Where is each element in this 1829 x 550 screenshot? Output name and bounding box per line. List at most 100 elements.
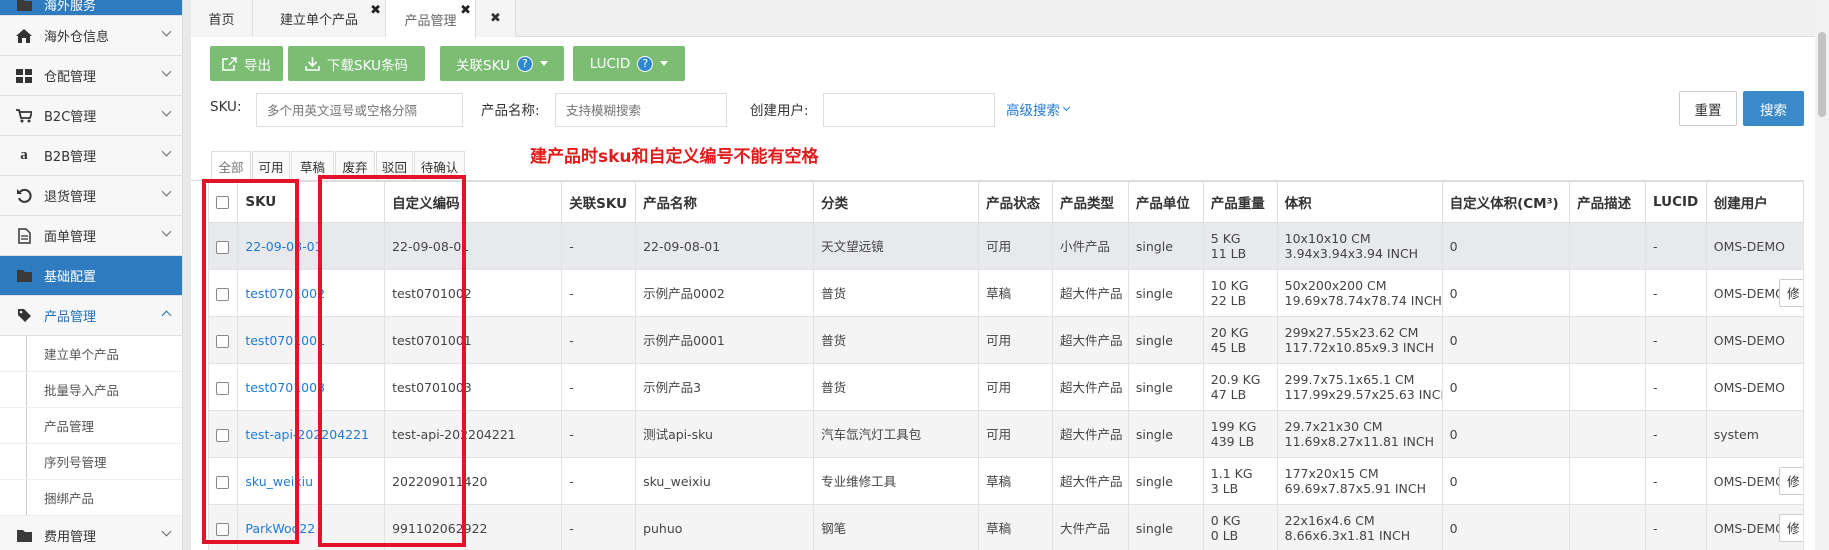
status-tab-available[interactable]: 可用 — [252, 151, 290, 181]
weight-kg: 20.9 KG — [1210, 372, 1261, 387]
table-cell: OMS-DEMO — [1705, 363, 1805, 411]
close-icon[interactable]: ✖ — [490, 11, 501, 26]
table-cell: - — [561, 316, 637, 364]
product-unit: single — [1135, 238, 1173, 254]
sku-label: SKU: — [210, 99, 242, 115]
column-header[interactable]: 分类 — [813, 181, 980, 223]
linked-sku: - — [569, 285, 574, 301]
link-sku-button[interactable]: 关联SKU ? — [440, 46, 564, 81]
sku-search-input[interactable] — [256, 93, 463, 127]
sidebar-subitem-batch-import[interactable]: 批量导入产品 — [0, 372, 182, 408]
sidebar-item-warehouse-info[interactable]: 海外仓信息 — [0, 16, 182, 56]
weight-lb: 47 LB — [1210, 387, 1247, 402]
table-cell: 0 KG 0 LB — [1202, 504, 1278, 550]
table-cell: 29.7x21x30 CM 11.69x8.27x11.81 INCH — [1276, 410, 1443, 458]
scrollbar-thumb[interactable] — [1818, 32, 1826, 117]
table-cell: 可用 — [978, 410, 1053, 458]
custom-volume: 0 — [1449, 426, 1458, 442]
linked-sku: - — [569, 379, 574, 395]
sidebar-subitem-serial-management[interactable]: 序列号管理 — [0, 444, 182, 480]
table-cell: system — [1705, 410, 1805, 458]
custom-volume: 0 — [1449, 238, 1458, 254]
custom-volume: 0 — [1449, 520, 1458, 536]
status-tab-all[interactable]: 全部 — [211, 151, 251, 181]
page-scrollbar[interactable] — [1815, 0, 1829, 550]
sidebar-item-label: 海外服务 — [44, 0, 97, 14]
table-cell: OMS-DEMO 修 — [1705, 504, 1805, 550]
sidebar-item-b2c[interactable]: B2C管理 — [0, 96, 182, 136]
grid-icon — [14, 68, 34, 83]
table-cell: - — [561, 457, 637, 505]
column-header[interactable]: 产品描述 — [1569, 181, 1647, 223]
sidebar-item-basic-config[interactable]: 基础配置 — [0, 256, 182, 296]
sidebar-item-returns[interactable]: 退货管理 — [0, 176, 182, 216]
column-header[interactable]: 产品单位 — [1127, 181, 1204, 223]
column-header[interactable]: 创建用户 — [1705, 181, 1805, 223]
table-cell: 可用 — [978, 316, 1053, 364]
product-name: puhuo — [643, 520, 683, 536]
edit-button[interactable]: 修 — [1779, 467, 1803, 495]
sidebar-subitem-create-product[interactable]: 建立单个产品 — [0, 336, 182, 372]
caret-down-icon — [660, 61, 669, 66]
column-header[interactable]: LUCID — [1645, 181, 1707, 223]
sidebar-item-label: 基础配置 — [44, 270, 97, 285]
sidebar-item-product-management[interactable]: 产品管理 — [0, 296, 182, 336]
lucid-button[interactable]: LUCID ? — [573, 46, 685, 81]
sidebar-item-overseas-service[interactable]: 海外服务 — [0, 0, 182, 16]
table-cell: 超大件产品 — [1052, 316, 1129, 364]
product-unit: single — [1135, 426, 1173, 442]
table-cell: 0 — [1441, 316, 1571, 364]
sidebar-item-label: B2B管理 — [44, 150, 97, 165]
table-cell: 超大件产品 — [1052, 363, 1129, 411]
weight-kg: 20 KG — [1210, 325, 1249, 340]
table-cell: 299.7x75.1x65.1 CM 117.99x29.57x25.63 INC… — [1276, 363, 1443, 411]
table-cell: 草稿 — [978, 457, 1053, 505]
category: 专业维修工具 — [821, 473, 897, 489]
close-icon[interactable]: ✖ — [370, 3, 381, 18]
reset-button[interactable]: 重置 — [1679, 91, 1737, 126]
document-icon — [14, 227, 34, 244]
created-by-input[interactable] — [823, 93, 995, 127]
table-cell: single — [1127, 410, 1204, 458]
column-header[interactable]: 产品状态 — [978, 181, 1053, 223]
column-header[interactable]: 关联SKU — [561, 181, 637, 223]
created-by: OMS-DEMO — [1713, 473, 1785, 489]
edit-button[interactable]: 修 — [1779, 279, 1803, 307]
sidebar-item-b2b[interactable]: a B2B管理 — [0, 136, 182, 176]
sidebar-item-labels[interactable]: 面单管理 — [0, 216, 182, 256]
sidebar-subitem-bundle[interactable]: 捆绑产品 — [0, 480, 182, 516]
column-header[interactable]: 产品名称 — [635, 181, 815, 223]
column-header[interactable]: 产品重量 — [1202, 181, 1278, 223]
sidebar-subitem-product-management[interactable]: 产品管理 — [0, 408, 182, 444]
highlight-box-custom-code — [318, 175, 466, 547]
product-type: 超大件产品 — [1060, 473, 1123, 489]
table-cell: - — [1645, 222, 1707, 270]
help-icon[interactable]: ? — [637, 55, 654, 72]
created-by: OMS-DEMO — [1713, 238, 1785, 254]
column-header[interactable]: 自定义体积(CM³) — [1441, 181, 1571, 223]
column-header[interactable]: 产品类型 — [1052, 181, 1129, 223]
tab-product-management[interactable]: 产品管理 ✖ — [386, 0, 476, 38]
category: 普货 — [821, 285, 847, 301]
tab-home[interactable]: 首页 — [191, 0, 253, 37]
export-button[interactable]: 导出 — [210, 46, 283, 81]
sidebar-item-fees[interactable]: 费用管理 — [0, 516, 182, 550]
tab-close-all[interactable]: ✖ — [476, 0, 516, 37]
table-cell: 测试api-sku — [635, 410, 815, 458]
close-icon[interactable]: ✖ — [460, 3, 471, 18]
sidebar-item-fulfillment[interactable]: 仓配管理 — [0, 56, 182, 96]
search-button[interactable]: 搜索 — [1743, 91, 1804, 126]
table-cell: 普货 — [813, 363, 980, 411]
download-sku-barcode-button[interactable]: 下载SKU条码 — [288, 46, 425, 81]
edit-button[interactable]: 修 — [1779, 514, 1803, 542]
weight-kg: 0 KG — [1210, 513, 1241, 528]
help-icon[interactable]: ? — [516, 55, 533, 72]
weight-lb: 439 LB — [1210, 434, 1255, 449]
table-cell — [1569, 504, 1647, 550]
chevron-down-icon — [161, 26, 172, 37]
tab-create-product[interactable]: 建立单个产品 ✖ — [253, 0, 386, 37]
table-cell — [1569, 363, 1647, 411]
product-name-input[interactable] — [555, 93, 727, 127]
advanced-search-link[interactable]: 高级搜索 — [1006, 99, 1071, 119]
column-header[interactable]: 体积 — [1276, 181, 1443, 223]
